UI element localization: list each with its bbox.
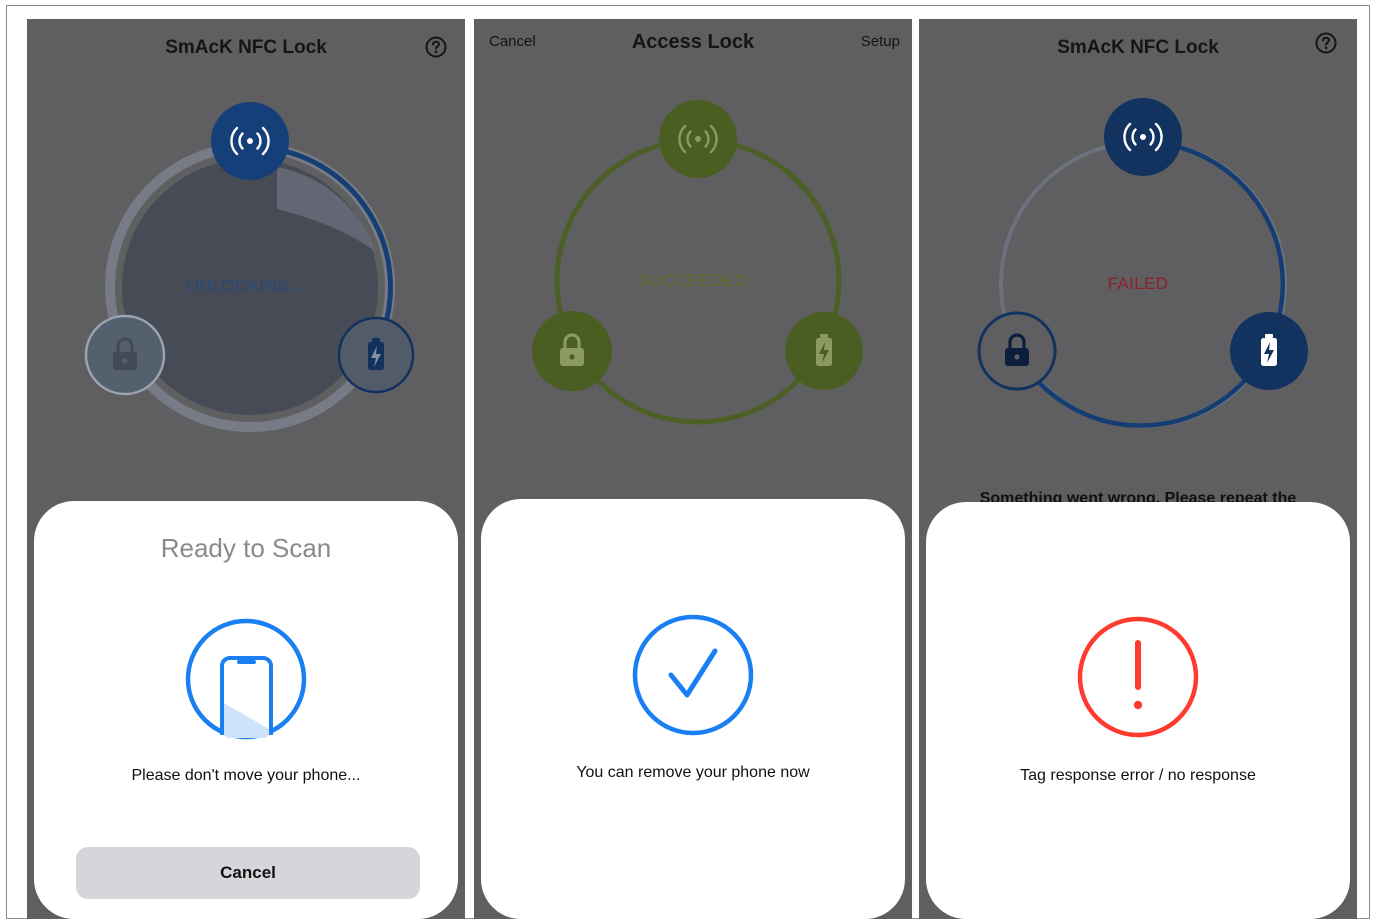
sheet-message: You can remove your phone now [576, 764, 810, 781]
checkmark-icon [632, 614, 754, 736]
sheet-message: Please don't move your phone... [131, 767, 361, 784]
nfc-icon[interactable] [1104, 98, 1182, 176]
battery-charging-icon [1230, 312, 1308, 390]
nfc-scan-sheet: You can remove your phone now [481, 499, 905, 919]
nfc-icon[interactable] [659, 100, 737, 178]
cancel-button[interactable]: Cancel [76, 847, 420, 899]
sheet-title: Ready to Scan [160, 533, 332, 563]
lock-status-ring [84, 102, 415, 432]
battery-charging-icon [785, 312, 863, 390]
figure-frame: SmAcK NFC Lock UNLOCKING... Ready to Sca… [6, 5, 1370, 919]
exclamation-icon [1077, 616, 1199, 738]
screen-failed: SmAcK NFC Lock FAILED Something went wro… [919, 19, 1357, 919]
nfc-icon[interactable] [211, 102, 289, 180]
sheet-message: Tag response error / no response [1020, 767, 1256, 784]
status-text: SUCCEEDED [638, 271, 748, 290]
lock-status-ring [532, 100, 863, 425]
battery-charging-icon [337, 316, 415, 394]
nfc-scan-sheet: Tag response error / no response [926, 502, 1350, 919]
lock-icon [532, 311, 612, 391]
nfc-scan-sheet: Ready to Scan Please don't move your pho… [34, 501, 458, 919]
lock-status-ring [977, 98, 1308, 428]
status-text: UNLOCKING... [186, 276, 306, 295]
screen-unlocking: SmAcK NFC Lock UNLOCKING... Ready to Sca… [27, 19, 465, 919]
status-text: FAILED [1107, 274, 1169, 293]
lock-icon [84, 314, 166, 396]
phone-scan-icon [185, 618, 307, 740]
screen-succeeded: Cancel Access Lock Setup SUCCEEDED You c… [474, 19, 912, 919]
lock-icon [977, 311, 1057, 391]
